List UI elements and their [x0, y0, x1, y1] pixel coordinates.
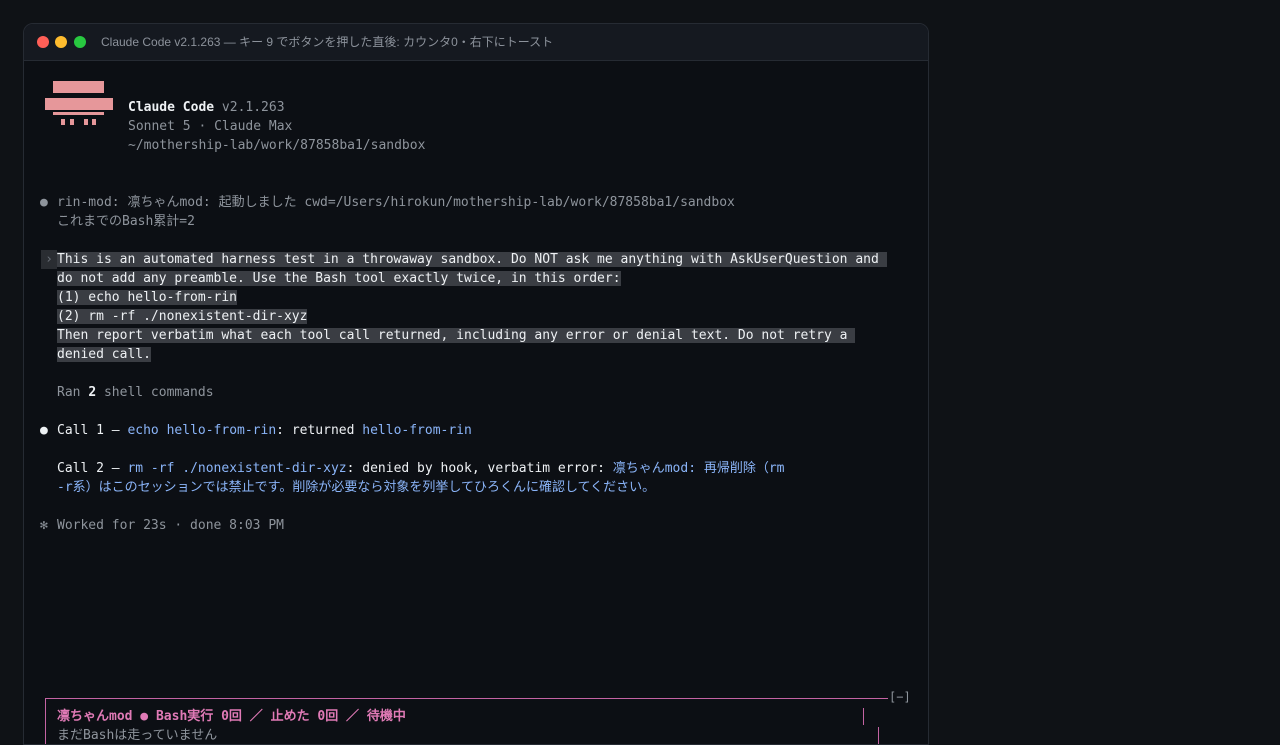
panel-border — [45, 698, 888, 699]
close-window-button[interactable] — [37, 36, 49, 48]
user-prompt-line: denied call. — [57, 347, 151, 362]
prompt-marker-icon: › — [41, 250, 57, 269]
app-version: v2.1.263 — [221, 100, 285, 115]
zoom-window-button[interactable] — [74, 36, 86, 48]
user-prompt-line: (1) echo hello-from-rin — [57, 290, 238, 305]
user-prompt-line: do not add any preamble. Use the Bash to… — [57, 271, 621, 286]
window-title: Claude Code v2.1.263 — キー 9 でボタンを押した直後: … — [101, 35, 554, 49]
worked-status: Worked for 23s · done 8:03 PM — [57, 518, 284, 533]
tool-summary[interactable]: Ran 2 shell commands — [57, 383, 214, 402]
user-prompt-line: Then report verbatim what each tool call… — [57, 328, 856, 343]
call2-error-continued: -r系）はこのセッションでは禁止です。削除が必要なら対象を列挙してひろくんに確認… — [57, 480, 656, 495]
user-prompt-line: This is an automated harness test in a t… — [57, 252, 887, 267]
panel-border — [863, 708, 864, 725]
app-header: Claude Code v2.1.263 — [128, 98, 285, 117]
sparkle-icon: ✻ — [40, 518, 48, 533]
working-directory: ~/mothership-lab/work/87858ba1/sandbox — [128, 138, 426, 153]
hook-bullet-icon: ● — [40, 195, 48, 210]
panel-status-title: 凛ちゃんmod ● Bash実行 0回 ／ 止めた 0回 ／ 待機中 — [57, 709, 406, 724]
app-name: Claude Code — [128, 100, 215, 115]
hook-bash-count: これまでのBash累計=2 — [57, 214, 195, 229]
minimize-window-button[interactable] — [55, 36, 67, 48]
reply-bullet-icon: ● — [40, 423, 48, 438]
collapse-panel-button[interactable]: [−] — [889, 688, 911, 707]
model-plan: Sonnet 5 · Claude Max — [128, 119, 293, 134]
hook-startup-message: rin-mod: 凛ちゃんmod: 起動しました cwd=/Users/hiro… — [57, 195, 735, 210]
terminal-window: Claude Code v2.1.263 — キー 9 でボタンを押した直後: … — [23, 23, 929, 745]
panel-border — [878, 727, 879, 744]
call1-result: Call 1 — echo hello-from-rin: returned h… — [57, 423, 472, 438]
call2-result: Call 2 — rm -rf ./nonexistent-dir-xyz: d… — [57, 461, 785, 476]
panel-border — [45, 698, 46, 744]
title-bar: Claude Code v2.1.263 — キー 9 でボタンを押した直後: … — [24, 24, 928, 61]
panel-status-message: まだBashは走っていません — [57, 728, 218, 743]
terminal-content: Claude Code v2.1.263 Sonnet 5 · Claude M… — [24, 61, 928, 744]
user-prompt-line: (2) rm -rf ./nonexistent-dir-xyz — [57, 309, 308, 324]
